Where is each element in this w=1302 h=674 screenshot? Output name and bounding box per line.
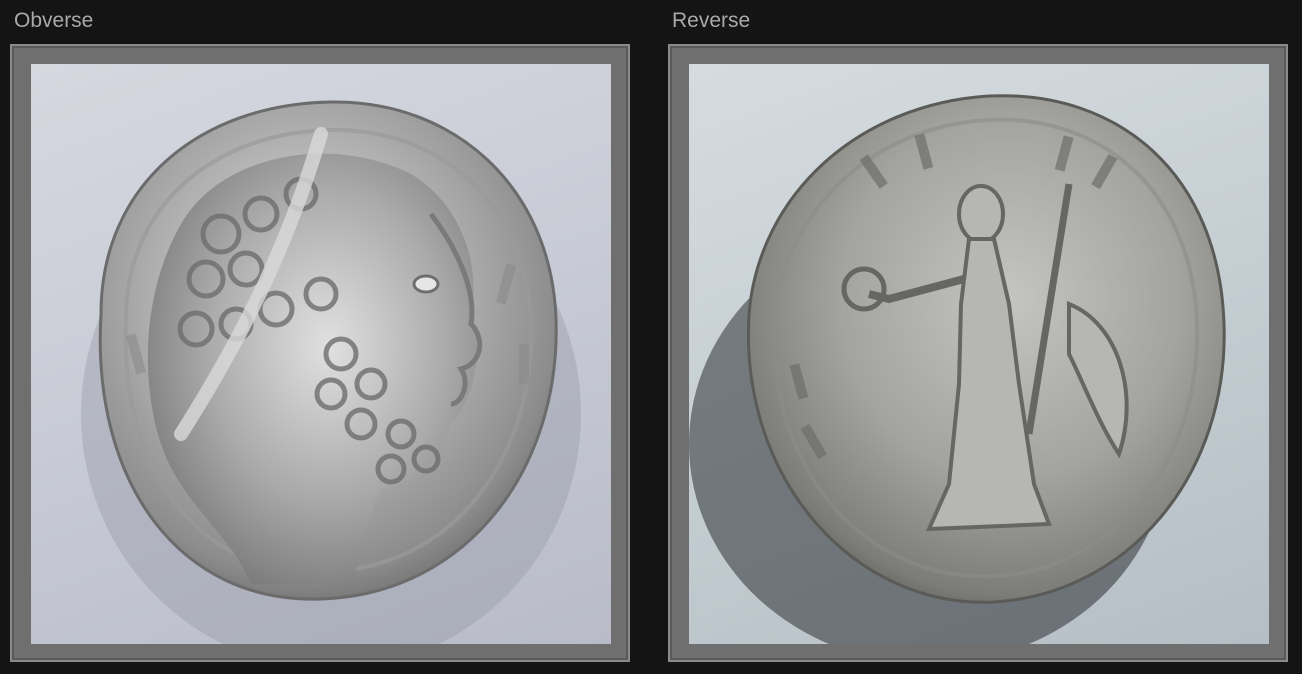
reverse-coin-photo[interactable] [689,64,1269,644]
obverse-panel: Obverse [10,0,630,674]
reverse-frame [668,44,1288,662]
coin-reverse-icon [689,94,1226,644]
obverse-label: Obverse [14,9,94,32]
obverse-coin-photo[interactable] [31,64,611,644]
coin-obverse-icon [81,100,581,644]
obverse-frame [10,44,630,662]
reverse-panel: Reverse [668,0,1288,674]
reverse-label: Reverse [672,9,751,32]
